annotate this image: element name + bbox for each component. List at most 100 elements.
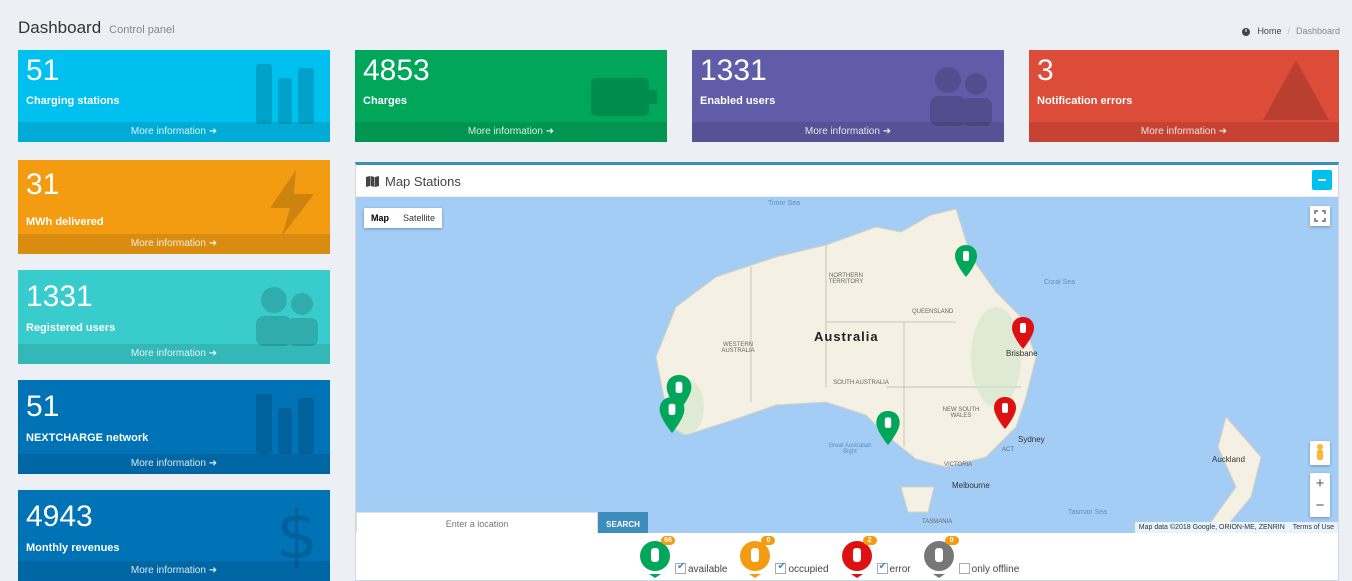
breadcrumb-current: Dashboard [1295,26,1340,36]
monthly-revenues-value: 4943 [26,500,93,533]
map-label-country: Australia [814,329,879,344]
users-icon [256,287,318,346]
map-label-tas: TASMANIA [922,519,953,525]
charging-stations-more-link[interactable]: More information ➜ [18,122,330,142]
available-pin-icon [640,541,670,578]
nextcharge-network-box: 51 NEXTCHARGE network More information ➜ [18,380,330,474]
map-label-auckland: Auckland [1212,455,1245,464]
map-attribution: Map data ©2018 Google, ORION-ME, ZENRIN … [1134,522,1338,533]
map-label-act: ACT [1002,447,1014,453]
nextcharge-network-value: 51 [26,390,60,423]
location-search-input[interactable] [356,512,598,533]
arrow-circle-right-icon: ➜ [208,238,218,249]
fullscreen-icon [1314,210,1326,222]
arrow-circle-right-icon: ➜ [882,126,892,137]
occupied-pin-icon [740,541,771,578]
pegman-icon [1317,444,1323,460]
enabled-users-value: 1331 [700,54,767,87]
terms-link[interactable]: Terms of Use [1293,524,1334,531]
zoom-out-button[interactable]: − [1310,495,1330,517]
mwh-delivered-label: MWh delivered [26,216,104,228]
map-label-vic: VICTORIA [944,462,973,468]
offline-count-badge: 0 [944,536,959,545]
more-info-label: More information [130,348,206,359]
map-label-brisbane: Brisbane [1006,349,1038,358]
charging-station-icon [256,394,314,454]
enabled-users-box: 1331 Enabled users More information ➜ [692,50,1004,142]
map-label-wa: WESTERN AUSTRALIA [721,342,755,354]
charging-pin-icon[interactable] [876,411,900,445]
legend-offline: 0 only offline [923,536,1026,578]
warning-icon [1263,60,1329,120]
charging-pin-icon[interactable] [659,397,685,433]
enabled-users-label: Enabled users [700,95,776,107]
fullscreen-button[interactable] [1310,206,1330,226]
breadcrumb-home[interactable]: Home [1257,26,1281,36]
panel-title-text: Map Stations [385,174,461,189]
map-label-timor-sea: Timor Sea [768,200,801,207]
monthly-revenues-label: Monthly revenues [26,542,120,554]
error-checkbox[interactable] [876,561,888,574]
charges-box: 4853 Charges More information ➜ [355,50,667,142]
more-info-label: More information [130,238,206,249]
station-status-legend: 66 available 0 occupied 2 error 0 [639,536,1025,578]
monthly-revenues-more-link[interactable]: More information ➜ [18,561,330,581]
map-view[interactable]: Australia NORTHERN TERRITORY QUEENSLAND … [356,197,1338,533]
location-search: SEARCH [356,512,648,533]
nextcharge-network-label: NEXTCHARGE network [26,432,149,444]
available-checkbox[interactable] [675,561,686,574]
charging-stations-value: 51 [26,54,60,87]
monthly-revenues-box: $ 4943 Monthly revenues More information… [18,490,330,581]
arrow-circle-right-icon: ➜ [1218,126,1228,137]
error-label: error [889,564,911,575]
map-label-sa: SOUTH AUSTRALIA [833,380,889,386]
map-type-map-button[interactable]: Map [364,208,396,228]
offline-pin-icon [923,541,954,578]
enabled-users-more-link[interactable]: More information ➜ [692,122,1004,142]
zoom-in-button[interactable]: + [1310,473,1330,495]
notification-errors-more-link[interactable]: More information ➜ [1029,122,1339,142]
notification-errors-label: Notification errors [1037,95,1133,107]
battery-icon [591,78,657,116]
legend-pin-wrap: 0 [923,536,959,578]
legend-available: 66 available [639,536,733,578]
collapse-button[interactable] [1312,170,1332,190]
search-button[interactable]: SEARCH [598,512,648,533]
charging-pin-icon[interactable] [1012,317,1034,349]
users-icon [930,67,992,126]
map-stations-panel: Map Stations Australia NORTHERN TERRITOR… [355,162,1339,581]
only-offline-label: only offline [971,564,1020,575]
page-header: Dashboard Control panel [18,18,175,38]
error-count-badge: 2 [862,536,877,545]
only-offline-checkbox[interactable] [958,563,970,574]
charges-more-link[interactable]: More information ➜ [355,122,667,142]
mwh-delivered-more-link[interactable]: More information ➜ [18,234,330,254]
svg-text:$: $ [276,498,318,568]
charging-pin-icon[interactable] [955,245,977,277]
registered-users-more-link[interactable]: More information ➜ [18,344,330,364]
more-info-label: More information [804,126,880,137]
available-label: available [688,564,728,575]
registered-users-value: 1331 [26,280,93,313]
registered-users-box: 1331 Registered users More information ➜ [18,270,330,364]
charging-pin-icon[interactable] [994,397,1016,429]
attribution-text: Map data ©2018 Google, ORION-ME, ZENRIN [1138,524,1285,531]
map-type-satellite-button[interactable]: Satellite [396,208,442,228]
map-label-bight: Great Australian Bight [828,443,872,455]
occupied-checkbox[interactable] [775,561,787,574]
breadcrumb-separator: / [1287,26,1290,36]
notification-errors-box: 3 Notification errors More information ➜ [1029,50,1339,142]
charges-value: 4853 [363,54,430,87]
map-label-sydney: Sydney [1018,435,1045,444]
dashboard-icon [1242,27,1251,36]
map-land [655,208,1262,528]
page-subtitle: Control panel [109,24,175,36]
legend-pin-wrap: 2 [841,536,877,578]
breadcrumb: Home / Dashboard [1241,26,1340,36]
more-info-label: More information [130,458,206,469]
nextcharge-network-more-link[interactable]: More information ➜ [18,454,330,474]
arrow-circle-right-icon: ➜ [208,458,218,469]
street-view-pegman[interactable] [1310,441,1330,465]
arrow-circle-right-icon: ➜ [208,348,218,359]
arrow-circle-right-icon: ➜ [208,565,218,576]
